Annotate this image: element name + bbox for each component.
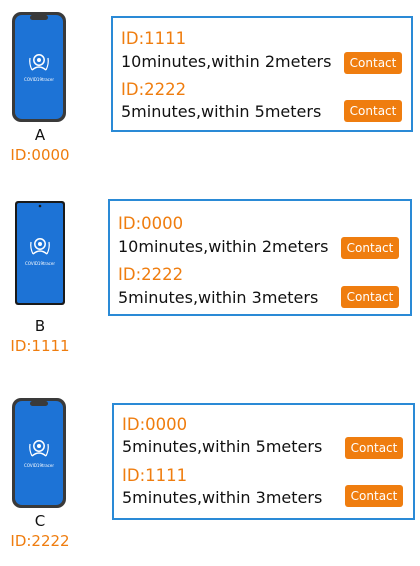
contact-desc: 10minutes,within 2meters — [118, 237, 329, 256]
contact-card-c: ID:0000 5minutes,within 5meters Contact … — [112, 403, 415, 520]
contact-button[interactable]: Contact — [341, 237, 399, 259]
contact-id: ID:0000 — [118, 214, 184, 233]
contact-id: ID:1111 — [121, 29, 187, 48]
app-logo-label: COVID19tracer — [24, 463, 54, 468]
phone-c: COVID19tracer — [11, 397, 67, 509]
contact-id: ID:1111 — [122, 466, 188, 485]
user-b-name: B — [34, 317, 46, 335]
user-b-id: ID:1111 — [10, 337, 70, 355]
contact-id: ID:2222 — [118, 265, 184, 284]
contact-desc: 5minutes,within 5meters — [121, 102, 322, 121]
contact-id: ID:2222 — [121, 80, 187, 99]
contact-button[interactable]: Contact — [341, 286, 399, 308]
phone-a: COVID19tracer — [11, 11, 67, 123]
contact-desc: 5minutes,within 3meters — [118, 288, 319, 307]
user-c-name: C — [34, 512, 46, 530]
phone-b: COVID19tracer — [14, 200, 66, 306]
contact-button[interactable]: Contact — [345, 437, 403, 459]
contact-desc: 10minutes,within 2meters — [121, 52, 332, 71]
contact-button[interactable]: Contact — [344, 52, 402, 74]
app-logo-label: COVID19tracer — [25, 261, 55, 266]
contact-id: ID:0000 — [122, 415, 188, 434]
user-c-id: ID:2222 — [10, 532, 70, 550]
contact-desc: 5minutes,within 3meters — [122, 488, 323, 507]
contact-button[interactable]: Contact — [345, 485, 403, 507]
contact-card-b: ID:0000 10minutes,within 2meters Contact… — [108, 199, 412, 316]
user-a-id: ID:0000 — [10, 146, 70, 164]
app-logo-label: COVID19tracer — [24, 77, 54, 82]
contact-card-a: ID:1111 10minutes,within 2meters Contact… — [111, 16, 413, 132]
user-a-name: A — [34, 126, 46, 144]
contact-desc: 5minutes,within 5meters — [122, 437, 323, 456]
contact-button[interactable]: Contact — [344, 100, 402, 122]
